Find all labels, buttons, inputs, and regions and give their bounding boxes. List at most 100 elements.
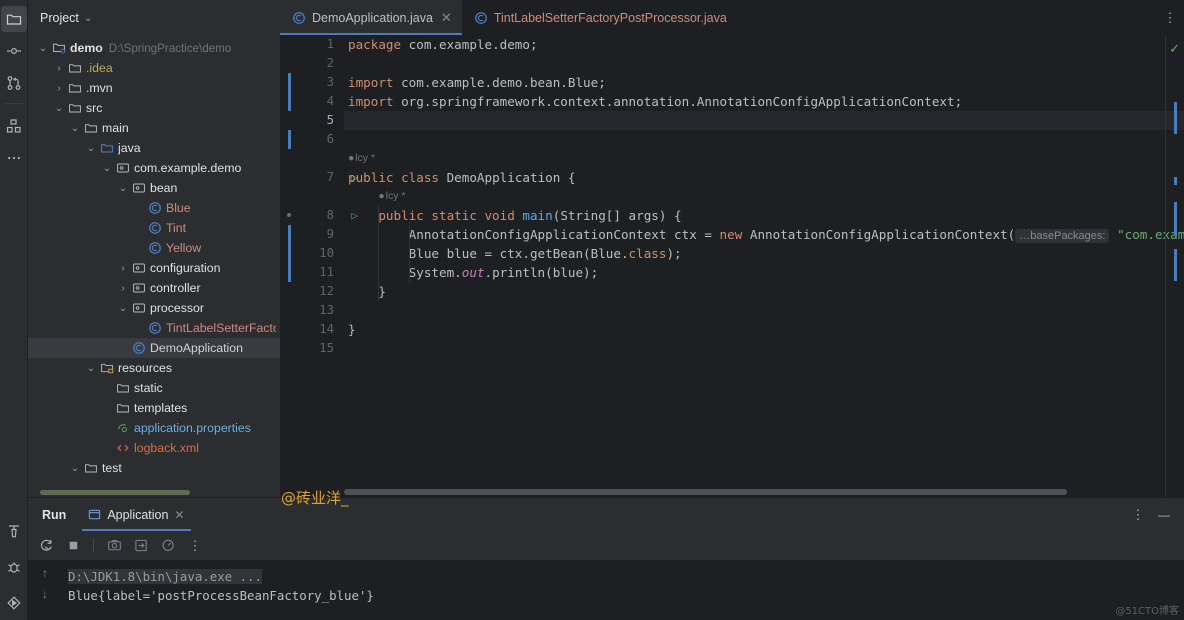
tree-item-.mvn[interactable]: ›.mvn bbox=[28, 78, 280, 98]
chevron-down-icon[interactable]: ⌄ bbox=[116, 183, 130, 194]
editor-tab-demoapplication-java[interactable]: DemoApplication.java✕ bbox=[280, 0, 462, 35]
activity-item-run[interactable] bbox=[1, 590, 27, 616]
editor-code-column[interactable]: package com.example.demo; import com.exa… bbox=[344, 35, 1184, 497]
inspection-status-icon[interactable]: ✓ bbox=[1169, 41, 1180, 57]
tree-item-.idea[interactable]: ›.idea bbox=[28, 58, 280, 78]
editor-tab-close-icon[interactable]: ✕ bbox=[441, 10, 452, 26]
gutter-line-number[interactable]: 2 bbox=[280, 54, 344, 73]
soft-wrap-icon[interactable]: ▂ bbox=[40, 610, 49, 620]
code-vision-author-hint[interactable]: ● lcy * bbox=[344, 187, 1184, 206]
tree-item-controller[interactable]: ›controller bbox=[28, 278, 280, 298]
activity-item-project[interactable] bbox=[1, 6, 27, 32]
activity-item-structure[interactable] bbox=[1, 113, 27, 139]
activity-item-commit[interactable] bbox=[1, 38, 27, 64]
gutter-vcs-change-marker[interactable] bbox=[288, 73, 291, 111]
gutter-line-number[interactable]: 7▷ bbox=[280, 168, 344, 187]
code-vision-author-hint[interactable]: ● lcy * bbox=[344, 149, 1184, 168]
code-line[interactable] bbox=[344, 111, 1184, 130]
chevron-down-icon[interactable]: ⌄ bbox=[84, 13, 92, 24]
tree-item-configuration[interactable]: ›configuration bbox=[28, 258, 280, 278]
project-horizontal-scrollbar[interactable] bbox=[40, 490, 278, 495]
activity-item-pull-requests[interactable] bbox=[1, 70, 27, 96]
code-line[interactable] bbox=[344, 130, 1184, 149]
code-line[interactable]: AnnotationConfigApplicationContext ctx =… bbox=[344, 225, 1184, 244]
editor-hscrollbar-thumb[interactable] bbox=[344, 489, 1067, 495]
screenshot-button[interactable] bbox=[102, 534, 126, 558]
code-line[interactable]: import org.springframework.context.annot… bbox=[344, 92, 1184, 111]
arrow-down-icon[interactable]: ↓ bbox=[42, 587, 48, 601]
chevron-right-icon[interactable]: › bbox=[52, 83, 66, 94]
code-line[interactable] bbox=[344, 339, 1184, 358]
editor-vertical-scrollbar[interactable]: ✓ bbox=[1166, 35, 1184, 497]
editor-more-options-button[interactable]: ⋮ bbox=[1156, 0, 1184, 35]
run-panel-options-button[interactable]: ⋮ bbox=[1126, 503, 1150, 527]
gutter-line-number[interactable]: 15 bbox=[280, 339, 344, 358]
tree-item-processor[interactable]: ⌄processor bbox=[28, 298, 280, 318]
stop-button[interactable] bbox=[61, 534, 85, 558]
tree-item-com.example.demo[interactable]: ⌄com.example.demo bbox=[28, 158, 280, 178]
tree-item-java[interactable]: ⌄java bbox=[28, 138, 280, 158]
project-scrollbar-thumb[interactable] bbox=[40, 490, 190, 495]
gutter-line-number[interactable]: 14 bbox=[280, 320, 344, 339]
code-line[interactable]: } bbox=[344, 320, 1184, 339]
rerun-button[interactable] bbox=[34, 534, 58, 558]
gutter-bookmark-dot[interactable] bbox=[287, 213, 291, 217]
gutter-vcs-change-marker[interactable] bbox=[288, 225, 291, 282]
editor-horizontal-scrollbar[interactable] bbox=[344, 489, 1166, 495]
activity-item-debug[interactable] bbox=[1, 554, 27, 580]
project-panel-header[interactable]: Project ⌄ bbox=[28, 0, 280, 36]
code-line[interactable]: Blue blue = ctx.getBean(Blue.class); bbox=[344, 244, 1184, 263]
chevron-down-icon[interactable]: ⌄ bbox=[100, 163, 114, 174]
chevron-down-icon[interactable]: ⌄ bbox=[116, 303, 130, 314]
tree-item-test[interactable]: ⌄test bbox=[28, 458, 280, 478]
tree-item-tintlabelsetterfactorypostprocessor[interactable]: TintLabelSetterFactoryPostProcessor bbox=[28, 318, 280, 338]
gutter-line-number[interactable]: 1 bbox=[280, 35, 344, 54]
run-tab-close-icon[interactable]: ✕ bbox=[174, 508, 184, 522]
chevron-right-icon[interactable]: › bbox=[116, 263, 130, 274]
project-tree[interactable]: ⌄demoD:\SpringPractice\demo›.idea›.mvn⌄s… bbox=[28, 36, 280, 497]
code-line[interactable]: public static void main(String[] args) { bbox=[344, 206, 1184, 225]
tree-item-yellow[interactable]: Yellow bbox=[28, 238, 280, 258]
tree-item-main[interactable]: ⌄main bbox=[28, 118, 280, 138]
editor-tab-tintlabelsetterfactorypostprocessor-java[interactable]: TintLabelSetterFactoryPostProcessor.java bbox=[462, 0, 737, 35]
tree-item-blue[interactable]: Blue bbox=[28, 198, 280, 218]
code-line[interactable]: package com.example.demo; bbox=[344, 35, 1184, 54]
chevron-down-icon[interactable]: ⌄ bbox=[52, 103, 66, 114]
gutter-vcs-change-marker[interactable] bbox=[288, 130, 291, 149]
chevron-right-icon[interactable]: › bbox=[116, 283, 130, 294]
chevron-right-icon[interactable]: › bbox=[52, 63, 66, 74]
chevron-down-icon[interactable]: ⌄ bbox=[84, 363, 98, 374]
tree-item-resources[interactable]: ⌄resources bbox=[28, 358, 280, 378]
gutter-line-number[interactable]: 13 bbox=[280, 301, 344, 320]
export-button[interactable] bbox=[129, 534, 153, 558]
console-output[interactable]: D:\JDK1.8\bin\java.exe ... Blue{label='p… bbox=[62, 560, 1184, 620]
code-line[interactable]: import com.example.demo.bean.Blue; bbox=[344, 73, 1184, 92]
chevron-down-icon[interactable]: ⌄ bbox=[68, 123, 82, 134]
arrow-up-icon[interactable]: ↑ bbox=[42, 566, 48, 580]
code-editor[interactable]: 1234567▷8▷9101112131415 package com.exam… bbox=[280, 35, 1184, 497]
tree-item-src[interactable]: ⌄src bbox=[28, 98, 280, 118]
tree-item-tint[interactable]: Tint bbox=[28, 218, 280, 238]
chevron-down-icon[interactable]: ⌄ bbox=[84, 143, 98, 154]
code-line[interactable] bbox=[344, 54, 1184, 73]
activity-item-more[interactable] bbox=[1, 145, 27, 171]
tree-item-static[interactable]: static bbox=[28, 378, 280, 398]
gutter-line-number[interactable]: 12 bbox=[280, 282, 344, 301]
code-line[interactable]: public class DemoApplication { bbox=[344, 168, 1184, 187]
tree-item-templates[interactable]: templates bbox=[28, 398, 280, 418]
run-panel-minimize-button[interactable]: — bbox=[1152, 503, 1176, 527]
profiler-button[interactable] bbox=[156, 534, 180, 558]
run-tab-application[interactable]: Application ✕ bbox=[78, 498, 194, 531]
chevron-down-icon[interactable]: ⌄ bbox=[36, 43, 50, 54]
activity-item-build[interactable] bbox=[1, 518, 27, 544]
tree-item-demo[interactable]: ⌄demoD:\SpringPractice\demo bbox=[28, 38, 280, 58]
code-line[interactable] bbox=[344, 301, 1184, 320]
gutter-line-number[interactable]: 5 bbox=[280, 111, 344, 130]
tree-item-demoapplication[interactable]: DemoApplication bbox=[28, 338, 280, 358]
editor-gutter[interactable]: 1234567▷8▷9101112131415 bbox=[280, 35, 344, 497]
code-line[interactable]: System.out.println(blue); bbox=[344, 263, 1184, 282]
code-line[interactable]: } bbox=[344, 282, 1184, 301]
tree-item-bean[interactable]: ⌄bean bbox=[28, 178, 280, 198]
tree-item-logback.xml[interactable]: logback.xml bbox=[28, 438, 280, 458]
run-more-options-button[interactable]: ⋮ bbox=[183, 534, 207, 558]
